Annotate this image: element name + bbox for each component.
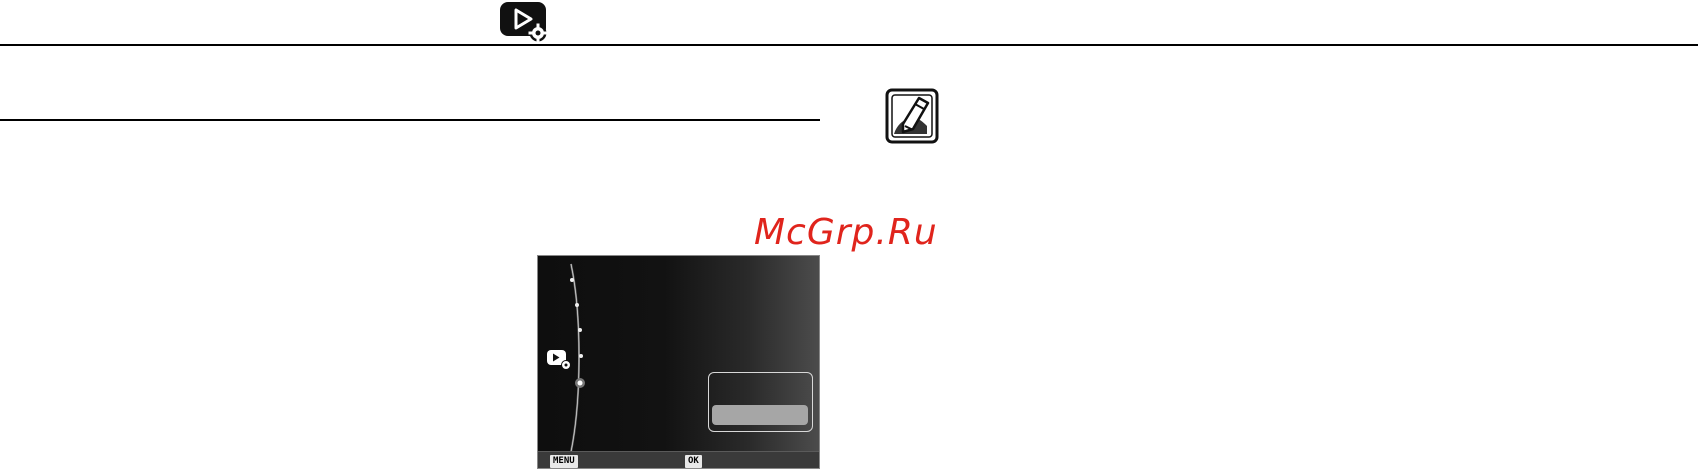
menu-key-label: MENU <box>550 455 578 468</box>
option-selected-highlight[interactable] <box>712 405 808 425</box>
option-popup[interactable] <box>708 372 813 432</box>
lcd-bottom-bar: MENU OK <box>538 451 819 468</box>
top-rule <box>0 44 1698 46</box>
section-rule <box>0 119 820 121</box>
playback-settings-icon <box>500 2 550 43</box>
menu-arc-dot <box>570 278 574 282</box>
note-pencil-icon <box>885 88 939 144</box>
menu-arc-dot <box>575 303 579 307</box>
menu-arc-dot <box>579 354 583 358</box>
playback-settings-icon <box>546 349 572 371</box>
ok-key-label: OK <box>685 455 702 468</box>
menu-arc-dot <box>578 328 582 332</box>
camera-lcd-screen: MENU OK <box>537 255 820 469</box>
menu-arc <box>568 263 585 462</box>
watermark-text: McGrp.Ru <box>754 212 938 253</box>
